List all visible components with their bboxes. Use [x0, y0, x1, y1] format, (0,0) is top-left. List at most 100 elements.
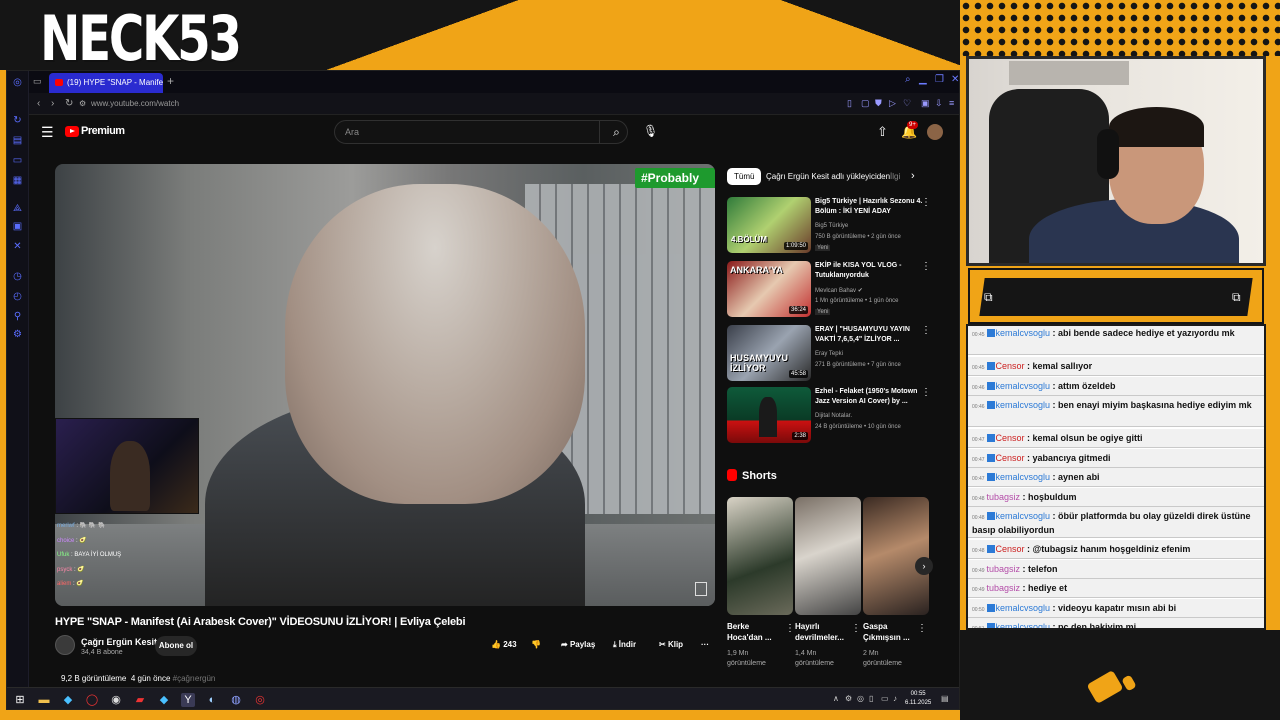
network-icon[interactable]: ▭ [881, 694, 889, 703]
sidebar-arrow-icon[interactable]: ⟁ [12, 203, 23, 214]
video-player[interactable]: #Probably meriwf : 🐘 🐘 🐘 choice : 🥑 Ufuk… [55, 164, 715, 606]
recommendation-item[interactable]: 2:38 Ezhel - Felaket (1950's Motown Jazz… [727, 387, 947, 445]
app-icon[interactable]: ◎ [253, 693, 267, 707]
youtube-brand-name[interactable]: Premium [81, 125, 125, 137]
chat-username[interactable]: Censor [996, 361, 1025, 371]
chat-username[interactable]: kemalcvsoglu [996, 622, 1051, 628]
sidebar-refresh-icon[interactable]: ↻ [12, 115, 23, 126]
tray-chevron-icon[interactable]: ∧ [833, 694, 839, 703]
chat-username[interactable]: tubagsiz [987, 583, 1021, 593]
chip-uploader[interactable]: Çağrı Ergün Kesit adlı yükleyiciden [759, 168, 897, 185]
chat-username[interactable]: kemalcvsoglu [996, 472, 1051, 482]
sidebar-link-icon[interactable]: ⚲ [12, 311, 23, 322]
sidebar-bag-icon[interactable]: ▤ [12, 135, 23, 146]
more-options-icon[interactable]: ⋮ [921, 197, 931, 208]
short-title[interactable]: Hayırlı devrilmeler... [795, 621, 851, 643]
recommendation-item[interactable]: HUSAMYUYU İZLİYOR 45:58 ERAY | "HUSAMYUY… [727, 325, 947, 383]
fullscreen-icon[interactable] [695, 582, 707, 596]
short-thumbnail[interactable] [863, 497, 929, 615]
windows-start-icon[interactable]: ⊞ [13, 693, 27, 707]
wallet-icon[interactable]: ▣ [921, 98, 930, 109]
tray-icon[interactable]: ◎ [857, 694, 864, 703]
download-ext-icon[interactable]: ⇩ [935, 98, 943, 109]
chat-username[interactable]: Censor [996, 453, 1025, 463]
back-icon[interactable]: ‹ [37, 98, 40, 109]
chat-username[interactable]: kemalcvsoglu [996, 400, 1051, 410]
tray-icon[interactable]: ⚙ [845, 694, 852, 703]
chat-username[interactable]: tubagsiz [987, 564, 1021, 574]
system-clock[interactable]: 00:55 6.11.2025 [905, 690, 931, 708]
tabs-icon[interactable]: ▭ [33, 76, 42, 87]
chat-username[interactable]: tubagsiz [987, 492, 1021, 502]
share-button[interactable]: ➦ Paylaş [561, 640, 595, 649]
file-explorer-icon[interactable]: ▬ [37, 693, 51, 707]
play-ext-icon[interactable]: ▷ [889, 98, 896, 109]
obs-icon[interactable]: ◉ [109, 693, 123, 707]
app-icon[interactable]: ◆ [61, 693, 75, 707]
like-button[interactable]: 👍 243 [491, 640, 517, 649]
sidebar-notes-icon[interactable]: ▦ [12, 175, 23, 186]
url-field[interactable]: www.youtube.com/watch [91, 99, 179, 108]
chat-username[interactable]: Censor [996, 544, 1025, 554]
user-avatar[interactable] [927, 124, 943, 140]
more-options-icon[interactable]: ⋮ [785, 623, 795, 634]
reload-icon[interactable]: ↻ [65, 98, 73, 109]
chat-username[interactable]: Censor [996, 433, 1025, 443]
chat-username[interactable]: kemalcvsoglu [996, 381, 1051, 391]
chip-all[interactable]: Tümü [727, 168, 762, 185]
forward-icon[interactable]: › [51, 98, 54, 109]
browser-tab-active[interactable]: (19) HYPE "SNAP - Manife [49, 73, 163, 93]
short-title[interactable]: Gaspa Çıkmışsın ... [863, 621, 919, 643]
recommendation-item[interactable]: ANKARA'YA 36:24 EKİP ile KISA YOL VLOG -… [727, 261, 947, 319]
chat-username[interactable]: kemalcvsoglu [996, 328, 1051, 338]
new-tab-button[interactable]: + [167, 74, 174, 88]
extension-icon[interactable]: ▯ [847, 98, 852, 109]
tray-icon[interactable]: ▯ [869, 694, 873, 703]
more-options-icon[interactable]: ⋮ [921, 325, 931, 336]
more-options-icon[interactable]: ⋮ [921, 261, 931, 272]
close-window-icon[interactable]: ✕ [951, 74, 959, 85]
recommendation-item[interactable]: 4.BÖLÜM 1:09:50 Big5 Türkiye | Hazırlık … [727, 197, 947, 255]
sidebar-timer-icon[interactable]: ◷ [12, 271, 23, 282]
app-icon[interactable]: ▰ [133, 693, 147, 707]
extension-icon[interactable]: ▢ [861, 98, 870, 109]
sidebar-chat-icon[interactable]: ▭ [12, 155, 23, 166]
short-thumbnail[interactable] [727, 497, 793, 615]
notification-center-icon[interactable]: ▤ [941, 694, 949, 703]
more-options-icon[interactable]: ⋮ [917, 623, 927, 634]
minimize-icon[interactable]: ▁ [919, 74, 927, 85]
opera-icon[interactable]: ◯ [85, 693, 99, 707]
upload-icon[interactable]: ⇧ [877, 124, 888, 140]
chat-username[interactable]: kemalcvsoglu [996, 603, 1051, 613]
menu-icon[interactable]: ≡ [949, 98, 954, 108]
youtube-logo-icon[interactable] [65, 126, 79, 137]
more-actions-button[interactable]: ··· [701, 640, 709, 649]
channel-avatar[interactable] [55, 635, 75, 655]
more-options-icon[interactable]: ⋮ [921, 387, 931, 398]
app-icon[interactable]: ◆ [157, 693, 171, 707]
short-thumbnail[interactable] [795, 497, 861, 615]
volume-icon[interactable]: ♪ [893, 694, 897, 703]
site-info-icon[interactable]: ⚙ [79, 99, 86, 108]
sidebar-settings-icon[interactable]: ⚙ [12, 329, 23, 340]
chip-related[interactable]: İlgi [883, 168, 909, 185]
channel-name[interactable]: Çağrı Ergün Kesit [81, 637, 157, 647]
yandex-browser-icon[interactable]: Y [181, 693, 195, 707]
steam-icon[interactable]: ◐ [205, 693, 219, 707]
more-options-icon[interactable]: ⋮ [851, 623, 861, 634]
sidebar-clock-icon[interactable]: ◴ [12, 291, 23, 302]
dislike-button[interactable]: 👎 [531, 640, 541, 649]
microphone-icon[interactable]: 🎙 [643, 124, 658, 138]
sidebar-x-icon[interactable]: ✕ [12, 241, 23, 252]
hamburger-menu-icon[interactable]: ☰ [41, 124, 54, 141]
shorts-next-icon[interactable]: › [915, 557, 933, 575]
download-button[interactable]: ⤓ İndir [613, 640, 636, 650]
heart-icon[interactable]: ♡ [903, 98, 911, 109]
search-input[interactable]: Ara [334, 120, 628, 144]
search-icon[interactable]: ⌕ [599, 120, 633, 144]
discord-icon[interactable]: ◍ [229, 693, 243, 707]
chat-username[interactable]: kemalcvsoglu [996, 511, 1051, 521]
clip-button[interactable]: ✂ Klip [659, 640, 683, 649]
maximize-icon[interactable]: ❐ [935, 74, 944, 85]
short-title[interactable]: Berke Hoca'dan ... [727, 621, 783, 643]
